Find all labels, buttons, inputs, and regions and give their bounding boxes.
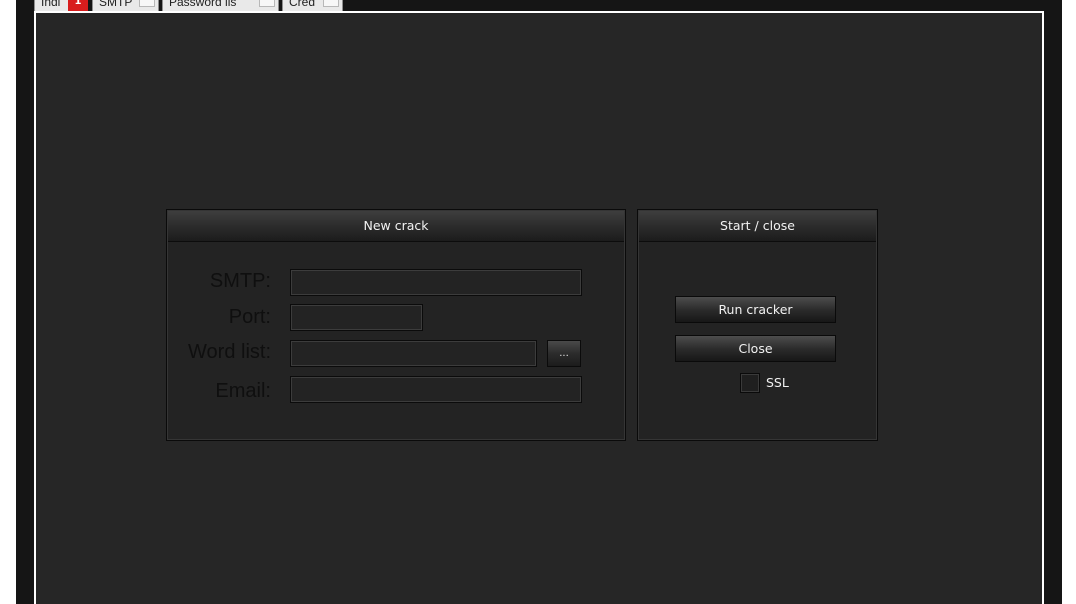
browse-wordlist-button[interactable]: ... xyxy=(547,340,581,367)
tab-close-box[interactable] xyxy=(323,0,339,7)
email-label: Email: xyxy=(215,380,271,402)
tab-password-list[interactable]: Password lis xyxy=(162,0,279,11)
tab-close-box[interactable] xyxy=(139,0,155,7)
screen: Indi 1 SMTP Password lis Cred New crack … xyxy=(0,0,1076,604)
close-button[interactable]: Close xyxy=(675,335,836,362)
tab-smtp[interactable]: SMTP xyxy=(92,0,159,11)
port-input[interactable] xyxy=(290,304,423,331)
ssl-label: SSL xyxy=(766,375,789,390)
port-label: Port: xyxy=(228,306,271,328)
run-cracker-button[interactable]: Run cracker xyxy=(675,296,836,323)
start-close-title: Start / close xyxy=(639,211,876,242)
tab-label: Indi xyxy=(41,0,61,9)
email-input[interactable] xyxy=(290,376,582,403)
smtp-label: SMTP: xyxy=(209,270,271,292)
wordlist-label: Word list: xyxy=(188,341,271,363)
tab-label: Cred xyxy=(289,0,316,9)
tab-label: SMTP xyxy=(99,0,133,9)
ssl-checkbox[interactable] xyxy=(740,373,760,393)
tab-cred[interactable]: Cred xyxy=(282,0,343,11)
tab-indi[interactable]: Indi xyxy=(34,0,70,11)
smtp-input[interactable] xyxy=(290,269,582,296)
new-crack-title: New crack xyxy=(168,211,624,242)
tab-close-box[interactable] xyxy=(259,0,275,7)
tab-badge: 1 xyxy=(68,0,88,11)
tab-label: Password lis xyxy=(169,0,237,9)
new-crack-panel: New crack SMTP: Port: Word list: ... Ema… xyxy=(166,209,626,441)
wordlist-input[interactable] xyxy=(290,340,537,367)
start-close-panel: Start / close Run cracker Close SSL xyxy=(637,209,878,441)
